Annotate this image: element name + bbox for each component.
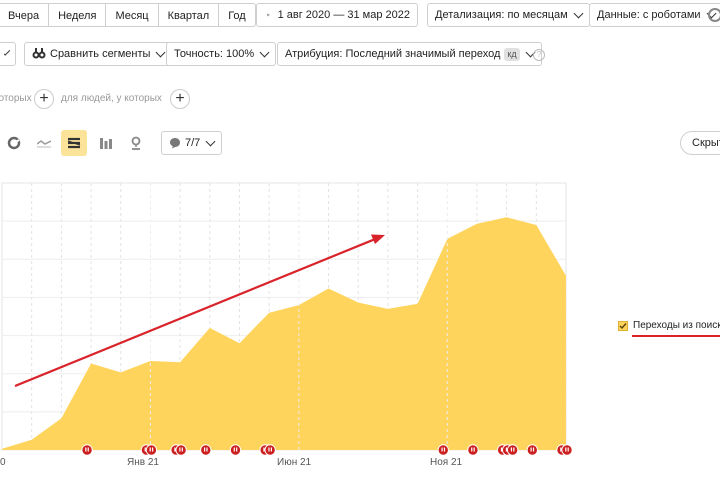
add-condition-button[interactable]: + bbox=[34, 89, 54, 109]
annotation-marker-glyph bbox=[505, 447, 508, 452]
comment-icon bbox=[170, 138, 180, 149]
date-range-button[interactable]: 1 авг 2020 — 31 мар 2022 bbox=[256, 3, 418, 27]
chart-type-bar-button[interactable] bbox=[93, 130, 119, 156]
annotation-marker-glyph bbox=[203, 447, 206, 452]
add-condition-button[interactable]: + bbox=[170, 89, 190, 109]
annotation-marker-glyph bbox=[270, 447, 272, 452]
legend-label: Переходы из поиск bbox=[633, 320, 720, 331]
annotation-marker-glyph bbox=[263, 447, 265, 452]
chevron-down-icon bbox=[155, 47, 166, 58]
annotation-marker-glyph bbox=[560, 447, 562, 452]
attribution-dropdown[interactable]: Атрибуция: Последний значимый переход кд bbox=[277, 42, 542, 66]
annotations-count: 7/7 bbox=[185, 137, 201, 149]
x-tick-label: Июн 21 bbox=[277, 457, 312, 468]
area-chart bbox=[1, 182, 573, 456]
cropped-dropdown[interactable] bbox=[0, 42, 16, 66]
segment-right-label: для людей, у которых bbox=[61, 93, 162, 104]
period-quarter-button[interactable]: Квартал bbox=[158, 3, 220, 27]
annotation-marker-glyph bbox=[473, 447, 475, 452]
annotation-marker bbox=[506, 444, 519, 456]
annotation-marker-glyph bbox=[268, 447, 270, 452]
chevron-down-icon bbox=[3, 49, 11, 56]
annotation-marker bbox=[145, 444, 158, 456]
attribution-label: Атрибуция: Последний значимый переход bbox=[285, 48, 501, 60]
chart-type-line-button[interactable] bbox=[31, 130, 57, 156]
annotation-marker-glyph bbox=[236, 447, 238, 452]
legend-item[interactable]: Переходы из поиск bbox=[618, 320, 720, 331]
annotation-marker-glyph bbox=[152, 447, 154, 452]
chevron-down-icon bbox=[205, 136, 216, 147]
stacked-area-icon bbox=[67, 137, 81, 149]
date-range-label: 1 авг 2020 — 31 мар 2022 bbox=[277, 9, 410, 21]
annotation-marker-glyph bbox=[233, 447, 235, 452]
annotation-marker bbox=[264, 444, 276, 456]
detalization-dropdown[interactable]: Детализация: по месяцам bbox=[427, 3, 590, 27]
data-filter-label: Данные: с роботами bbox=[597, 9, 701, 21]
period-yesterday-button[interactable]: Вчера bbox=[0, 3, 50, 27]
period-month-button[interactable]: Месяц bbox=[106, 3, 159, 27]
annotation-marker-glyph bbox=[85, 447, 87, 452]
chevron-down-icon bbox=[573, 8, 584, 19]
annotation-marker-glyph bbox=[443, 447, 446, 452]
compare-segments-dropdown[interactable]: Сравнить сегменты bbox=[24, 42, 173, 66]
annotation-marker bbox=[467, 444, 479, 456]
compare-segments-label: Сравнить сегменты bbox=[50, 48, 151, 60]
annotation-marker-glyph bbox=[206, 447, 208, 452]
annotation-marker-glyph bbox=[441, 447, 443, 452]
annotation-marker bbox=[229, 444, 242, 456]
x-tick-label: Ноя 21 bbox=[430, 457, 463, 468]
bar-chart-icon bbox=[100, 138, 112, 149]
legend-underline bbox=[632, 335, 720, 337]
x-tick-label: Янв 21 bbox=[127, 457, 159, 468]
annotation-marker-glyph bbox=[179, 447, 181, 452]
annotation-marker-glyph bbox=[567, 447, 569, 452]
chart-type-area-button[interactable] bbox=[61, 130, 87, 156]
x-tick-label: 0 bbox=[0, 457, 6, 468]
annotation-marker-glyph bbox=[471, 447, 473, 452]
annotations-dropdown[interactable]: 7/7 bbox=[161, 131, 223, 155]
period-selector: Вчера Неделя Месяц Квартал Год bbox=[0, 3, 256, 27]
annotation-marker-glyph bbox=[174, 447, 176, 452]
annotation-marker bbox=[437, 444, 449, 456]
hide-button-label: Скрыт bbox=[692, 137, 720, 149]
annotation-marker-glyph bbox=[532, 447, 535, 452]
period-week-button[interactable]: Неделя bbox=[49, 3, 107, 27]
line-chart-icon bbox=[37, 140, 51, 148]
annotation-marker bbox=[561, 444, 573, 456]
annotation-marker-glyph bbox=[510, 447, 513, 452]
accuracy-dropdown[interactable]: Точность: 100% bbox=[166, 42, 277, 66]
annotation-marker-glyph bbox=[500, 447, 503, 452]
annotation-marker bbox=[526, 444, 539, 456]
annotation-marker-glyph bbox=[565, 447, 567, 452]
compare-segments-icon bbox=[32, 48, 46, 59]
data-filter-dropdown[interactable]: Данные: с роботами bbox=[589, 3, 720, 27]
period-year-button[interactable]: Год bbox=[219, 3, 256, 27]
annotation-marker-glyph bbox=[530, 447, 532, 452]
annotation-marker-glyph bbox=[87, 447, 89, 452]
annotation-marker-glyph bbox=[181, 447, 183, 452]
accuracy-label: Точность: 100% bbox=[174, 48, 255, 60]
annotation-marker-glyph bbox=[513, 447, 515, 452]
map-pin-icon bbox=[131, 136, 141, 150]
attribution-badge: кд bbox=[504, 47, 520, 61]
chart-type-map-button[interactable] bbox=[123, 130, 149, 156]
annotation-marker bbox=[175, 444, 187, 456]
annotation-marker-glyph bbox=[144, 447, 146, 452]
settings-icon-partial[interactable] bbox=[708, 8, 720, 22]
calendar-icon bbox=[267, 13, 270, 17]
segment-left-label: которых bbox=[0, 93, 32, 104]
checkmark-icon bbox=[619, 322, 627, 329]
chart-type-pie-button[interactable] bbox=[1, 130, 27, 156]
annotation-marker bbox=[81, 444, 93, 456]
annotation-marker bbox=[200, 444, 212, 456]
legend-checkbox[interactable] bbox=[618, 320, 628, 331]
help-icon[interactable]: ? bbox=[533, 49, 545, 61]
detalization-label: Детализация: по месяцам bbox=[435, 9, 568, 21]
annotation-marker-glyph bbox=[149, 447, 151, 452]
hide-button[interactable]: Скрыт bbox=[680, 131, 720, 155]
pie-chart-icon bbox=[7, 136, 21, 150]
chevron-down-icon bbox=[259, 47, 270, 58]
